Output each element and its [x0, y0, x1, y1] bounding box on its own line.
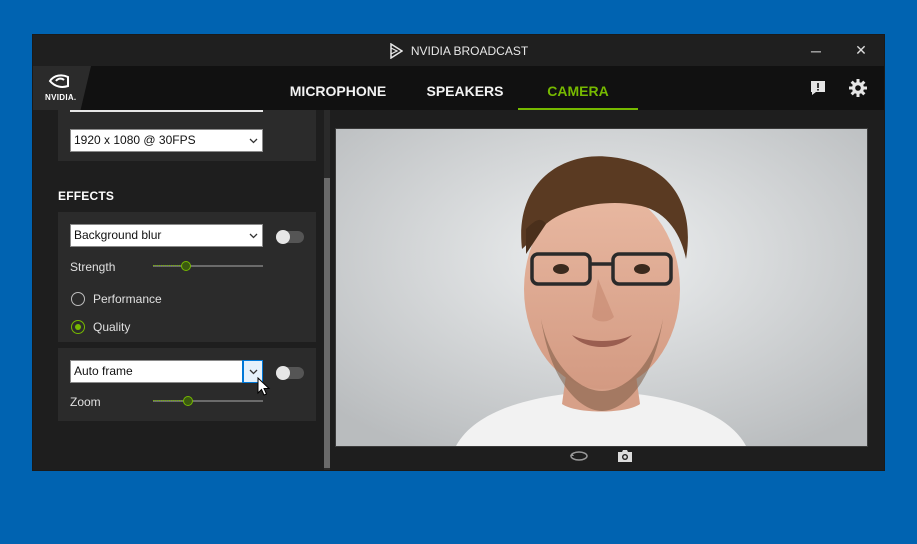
zoom-label: Zoom [70, 395, 101, 409]
preview-toolbar [335, 446, 866, 470]
nvidia-logo-text: NVIDIA. [45, 93, 77, 102]
broadcast-logo-icon [390, 42, 403, 59]
effect-card-autoframe: Auto frame Zoom [58, 348, 316, 421]
tab-camera[interactable]: CAMERA [518, 66, 638, 110]
settings-panel: 1920 x 1080 @ 30FPS EFFECTS Background b… [33, 110, 332, 470]
effect-select-autoframe-value: Auto frame [74, 364, 133, 378]
camera-preview-image [336, 129, 867, 446]
panel-scrollbar[interactable] [324, 110, 330, 470]
effects-heading: EFFECTS [58, 189, 115, 203]
strength-slider[interactable] [153, 260, 263, 272]
camera-preview [335, 128, 868, 447]
chevron-down-icon [244, 130, 262, 151]
app-window: NVIDIA BROADCAST ─ ✕ NVIDIA. MICROPHONE … [33, 35, 884, 470]
tab-speakers[interactable]: SPEAKERS [415, 66, 515, 110]
radio-performance-label[interactable]: Performance [93, 292, 162, 306]
settings-gear-icon[interactable] [847, 77, 869, 99]
resolution-select[interactable]: 1920 x 1080 @ 30FPS [70, 129, 263, 152]
slider-thumb[interactable] [181, 261, 191, 271]
chevron-down-icon [244, 225, 262, 246]
effect-select-blur-value: Background blur [74, 228, 162, 242]
title-bar[interactable]: NVIDIA BROADCAST ─ ✕ [33, 35, 884, 66]
radio-quality-label[interactable]: Quality [93, 320, 130, 334]
nvidia-logo: NVIDIA. [33, 66, 91, 110]
mouse-cursor-icon [257, 377, 271, 396]
nav-bar: NVIDIA. MICROPHONE SPEAKERS CAMERA [33, 66, 884, 110]
effect-toggle-blur[interactable] [276, 230, 304, 244]
nvidia-eye-logo-icon [48, 74, 69, 88]
rotate-icon[interactable] [569, 449, 589, 468]
resolution-value: 1920 x 1080 @ 30FPS [74, 133, 196, 147]
toggle-knob [276, 366, 290, 380]
window-title: NVIDIA BROADCAST [410, 43, 529, 58]
radio-quality[interactable] [71, 320, 85, 334]
resolution-card: 1920 x 1080 @ 30FPS [58, 110, 316, 161]
effect-select-blur[interactable]: Background blur [70, 224, 263, 247]
tab-microphone[interactable]: MICROPHONE [283, 66, 393, 110]
effect-card-blur: Background blur Strength Performance Qua… [58, 212, 316, 342]
radio-performance[interactable] [71, 292, 85, 306]
feedback-icon[interactable] [807, 77, 829, 99]
slider-thumb[interactable] [183, 396, 194, 406]
source-select-edge [70, 110, 263, 112]
camera-snapshot-icon[interactable] [617, 449, 633, 468]
close-button[interactable]: ✕ [838, 35, 884, 66]
strength-label: Strength [70, 260, 116, 274]
effect-select-autoframe[interactable]: Auto frame [70, 360, 263, 383]
minimize-button[interactable]: ─ [793, 35, 839, 66]
toggle-knob [276, 230, 290, 244]
zoom-slider[interactable] [153, 395, 263, 407]
effect-toggle-autoframe[interactable] [276, 366, 304, 380]
scrollbar-thumb[interactable] [324, 178, 330, 468]
